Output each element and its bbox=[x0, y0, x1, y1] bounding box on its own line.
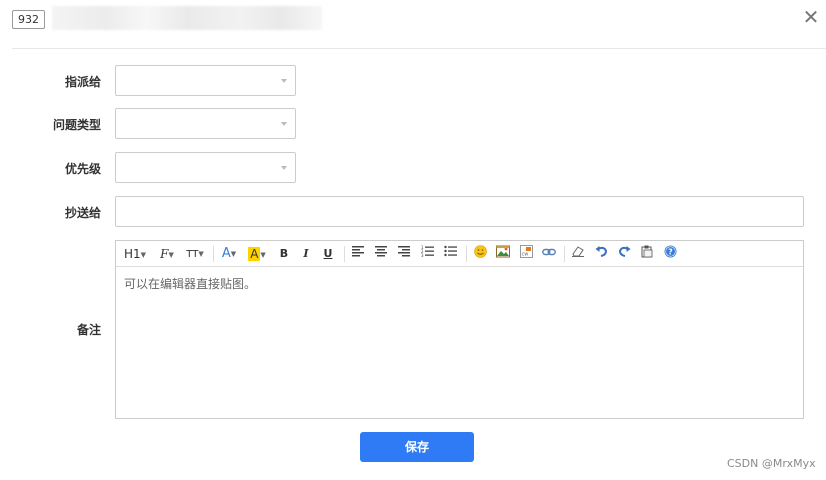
align-right-icon bbox=[398, 246, 410, 257]
priority-label: 优先级 bbox=[64, 162, 101, 176]
dialog-header: 932 ✕ bbox=[0, 0, 826, 50]
insert-link-button[interactable] bbox=[541, 245, 557, 263]
undo-button[interactable] bbox=[593, 245, 609, 263]
redo-button[interactable] bbox=[616, 245, 632, 263]
chevron-down-icon bbox=[281, 122, 287, 126]
toolbar-separator bbox=[564, 246, 565, 262]
caret-icon: ▼ bbox=[168, 251, 174, 259]
close-icon[interactable]: ✕ bbox=[800, 6, 822, 28]
caret-icon: ▼ bbox=[198, 250, 204, 258]
unordered-list-icon bbox=[443, 245, 457, 257]
align-left-icon bbox=[352, 246, 364, 257]
caret-icon: ▼ bbox=[140, 251, 147, 259]
background-color-button[interactable]: A ▼ bbox=[245, 245, 269, 263]
insert-image-button[interactable] bbox=[495, 245, 511, 263]
ordered-list-button[interactable]: 123 bbox=[419, 245, 435, 263]
editor-content[interactable]: 可以在编辑器直接贴图。 bbox=[124, 275, 794, 292]
help-button[interactable]: ? bbox=[662, 245, 678, 263]
assignee-label: 指派给 bbox=[64, 75, 101, 89]
chevron-down-icon bbox=[281, 166, 287, 170]
priority-select[interactable] bbox=[115, 152, 296, 183]
watermark: CSDN @MrxMyx bbox=[727, 457, 816, 470]
redo-icon bbox=[618, 246, 630, 257]
align-center-icon bbox=[375, 246, 387, 257]
align-right-button[interactable] bbox=[396, 245, 412, 263]
undo-icon bbox=[595, 246, 607, 257]
heading-label: H1 bbox=[123, 247, 141, 261]
issue-type-label: 问题类型 bbox=[52, 118, 101, 132]
font-size-label: TT bbox=[186, 249, 199, 260]
insert-media-button[interactable]: cw bbox=[518, 245, 534, 263]
background-color-label: A bbox=[248, 247, 261, 261]
font-size-button[interactable]: TT▼ bbox=[183, 245, 207, 263]
toolbar-separator bbox=[466, 246, 467, 262]
svg-text:3: 3 bbox=[421, 253, 424, 257]
toolbar-separator bbox=[213, 246, 214, 262]
chevron-down-icon bbox=[281, 79, 287, 83]
media-icon: cw bbox=[519, 245, 533, 258]
font-color-button[interactable]: A▼ bbox=[219, 245, 239, 263]
id-badge: 932 bbox=[12, 10, 45, 29]
notes-label: 备注 bbox=[76, 323, 101, 337]
cc-label: 抄送给 bbox=[64, 206, 101, 220]
ordered-list-icon: 123 bbox=[421, 245, 434, 258]
emoji-icon bbox=[473, 245, 487, 258]
align-center-button[interactable] bbox=[373, 245, 389, 263]
clear-format-button[interactable] bbox=[570, 245, 586, 263]
paste-icon bbox=[641, 245, 653, 258]
caret-icon: ▼ bbox=[230, 250, 237, 258]
underline-button[interactable]: U bbox=[320, 245, 336, 263]
svg-text:?: ? bbox=[668, 247, 673, 256]
blurred-title bbox=[52, 6, 322, 30]
align-left-button[interactable] bbox=[350, 245, 366, 263]
toolbar-separator bbox=[344, 246, 345, 262]
rich-text-editor: H1▼ F▼ TT▼ A▼ A ▼ B I U 1 2 3 cw ? 可以在编辑… bbox=[115, 240, 804, 419]
unordered-list-button[interactable] bbox=[442, 245, 458, 263]
emoji-button[interactable] bbox=[472, 245, 488, 263]
italic-button[interactable]: I bbox=[298, 245, 314, 263]
issue-type-select[interactable] bbox=[115, 108, 296, 139]
header-divider bbox=[12, 48, 826, 49]
assignee-select[interactable] bbox=[115, 65, 296, 96]
save-button[interactable]: 保存 bbox=[360, 432, 474, 462]
font-family-button[interactable]: F▼ bbox=[156, 245, 178, 263]
bold-button[interactable]: B bbox=[276, 245, 292, 263]
caret-icon: ▼ bbox=[260, 251, 266, 259]
link-icon bbox=[542, 248, 556, 256]
font-color-label: A bbox=[221, 246, 231, 261]
eraser-icon bbox=[572, 246, 584, 257]
heading-button[interactable]: H1▼ bbox=[122, 245, 148, 263]
editor-placeholder: 可以在编辑器直接贴图。 bbox=[124, 277, 257, 291]
image-icon bbox=[496, 245, 510, 258]
cc-input[interactable] bbox=[115, 196, 804, 227]
svg-text:cw: cw bbox=[521, 252, 528, 258]
editor-toolbar: H1▼ F▼ TT▼ A▼ A ▼ B I U 1 2 3 cw ? bbox=[116, 241, 803, 267]
help-icon: ? bbox=[664, 245, 676, 258]
paste-button[interactable] bbox=[639, 245, 655, 263]
